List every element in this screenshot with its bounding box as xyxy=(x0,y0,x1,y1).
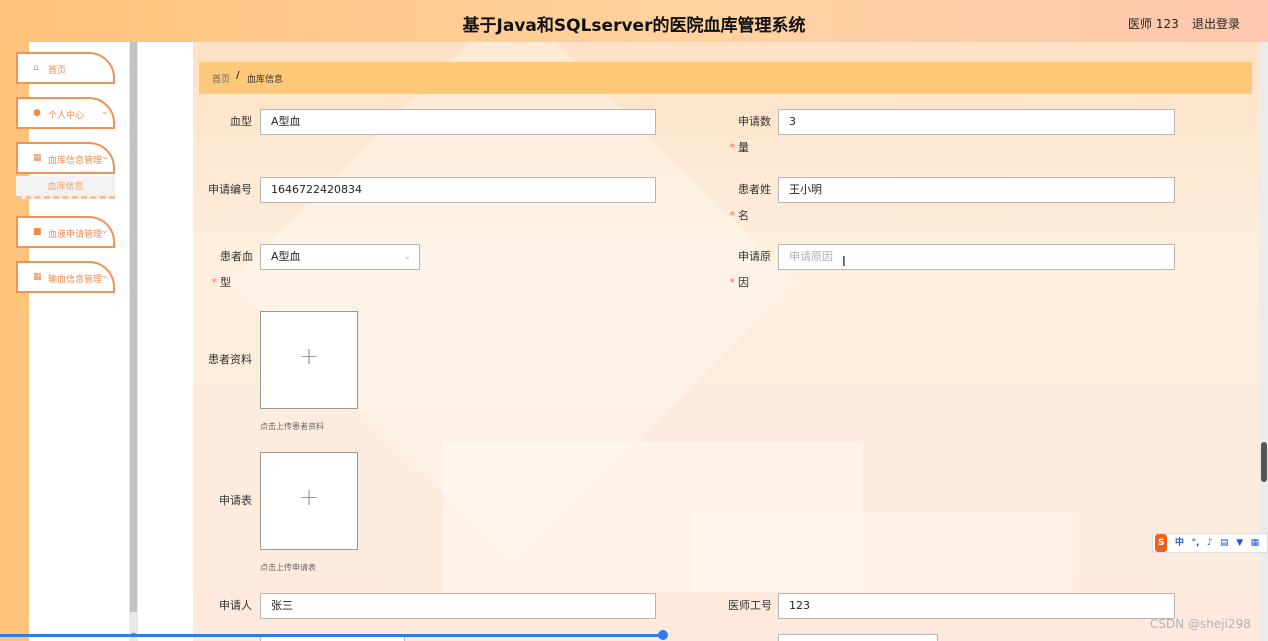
left-accent-strip xyxy=(0,42,29,641)
skin-icon[interactable]: ▼ xyxy=(1236,534,1243,552)
sidebar-item-transfusion[interactable]: ▦ 输血信息管理 ⌄ xyxy=(16,261,115,293)
sidebar-subitem-blood-info[interactable]: 血库信息 xyxy=(16,176,115,199)
progress-bar xyxy=(0,634,665,637)
grid-icon: ▦ xyxy=(33,272,42,282)
text-cursor-icon: I xyxy=(842,255,846,270)
sidebar xyxy=(29,42,129,641)
reason-input[interactable]: 申请原因 xyxy=(778,244,1175,270)
patient-docs-label: 患者资料 xyxy=(208,353,252,366)
sidebar-scrollbar[interactable]: ▼ xyxy=(129,42,138,641)
plus-icon: + xyxy=(298,483,320,511)
patient-blood-label: 患者血型 xyxy=(220,250,253,289)
plus-icon: + xyxy=(298,342,320,370)
patient-blood-select[interactable]: A型血 ⌄ xyxy=(260,244,420,270)
grid-icon: ▦ xyxy=(33,153,42,163)
blood-type-label: 血型 xyxy=(230,115,252,128)
patient-name-label-wrap: *患者姓名 xyxy=(726,177,772,229)
chevron-down-icon: ⌄ xyxy=(101,152,109,162)
chevron-down-icon: ⌄ xyxy=(403,252,411,262)
patient-name-label: 患者姓名 xyxy=(738,183,771,222)
request-no-label: 申请编号 xyxy=(208,183,252,196)
blood-icon: ■ xyxy=(33,227,42,237)
next-row-input[interactable] xyxy=(778,634,938,641)
sidebar-item-label: 个人中心 xyxy=(48,111,85,121)
request-qty-input[interactable]: 3 xyxy=(778,109,1175,135)
chevron-down-icon: ⌄ xyxy=(101,226,109,236)
decor-block xyxy=(693,512,1073,592)
patient-name-input[interactable]: 王小明 xyxy=(778,177,1175,203)
sidebar-scroll-thumb[interactable] xyxy=(130,42,137,612)
chevron-down-icon: ⌄ xyxy=(101,271,109,281)
blood-type-input[interactable]: A型血 xyxy=(260,109,656,135)
sidebar-item-label: 血库信息管理 xyxy=(48,156,103,166)
breadcrumb-separator: / xyxy=(236,70,240,81)
breadcrumb: 首页 / 血库信息 xyxy=(199,62,1252,94)
request-qty-label: 申请数量 xyxy=(738,115,771,154)
ime-language[interactable]: 中 xyxy=(1175,534,1184,552)
request-qty-label-wrap: *申请数量 xyxy=(726,109,772,161)
request-form-upload[interactable]: + xyxy=(260,452,358,550)
progress-handle[interactable] xyxy=(658,630,668,640)
top-header: 基于Java和SQLserver的医院血库管理系统 医师 123 退出登录 xyxy=(0,0,1268,42)
app-title: 基于Java和SQLserver的医院血库管理系统 xyxy=(462,16,806,36)
doctor-id-label: 医师工号 xyxy=(728,599,772,612)
breadcrumb-home[interactable]: 首页 xyxy=(212,72,230,85)
sidebar-item-blood-bank[interactable]: ▦ 血库信息管理 ⌄ xyxy=(16,142,115,174)
chevron-down-icon: ⌄ xyxy=(101,107,109,117)
home-icon: ⌂ xyxy=(33,63,39,73)
page-scroll-thumb[interactable] xyxy=(1261,442,1267,482)
grid-icon[interactable]: ▦ xyxy=(1251,534,1260,552)
reason-label: 申请原因 xyxy=(738,250,771,289)
sogou-logo-icon: S xyxy=(1155,534,1168,552)
patient-blood-selected: A型血 xyxy=(271,250,301,263)
sidebar-item-label: 输血信息管理 xyxy=(48,275,103,285)
request-form-hint: 点击上传申请表 xyxy=(260,563,316,572)
request-no-input[interactable]: 1646722420834 xyxy=(260,177,656,203)
user-icon: ● xyxy=(33,108,41,118)
applicant-label: 申请人 xyxy=(219,599,252,612)
sidebar-item-blood-request[interactable]: ■ 血液申请管理 ⌄ xyxy=(16,216,115,248)
sidebar-item-home[interactable]: ⌂ 首页 xyxy=(16,52,115,84)
logout-button[interactable]: 退出登录 xyxy=(1192,15,1240,32)
sidebar-item-personal-center[interactable]: ● 个人中心 ⌄ xyxy=(16,97,115,129)
patient-docs-upload[interactable]: + xyxy=(260,311,358,409)
patient-blood-label-wrap: *患者血型 xyxy=(208,244,254,296)
current-user: 医师 123 xyxy=(1128,17,1179,31)
applicant-input[interactable]: 张三 xyxy=(260,593,656,619)
ime-toolbar[interactable]: S 中 °, ♪ ▤ ▼ ▦ xyxy=(1152,533,1268,553)
watermark: CSDN @sheji298 xyxy=(1150,617,1251,631)
doctor-id-input[interactable]: 123 xyxy=(778,593,1175,619)
sidebar-item-label: 首页 xyxy=(48,66,67,76)
punctuation-icon[interactable]: °, xyxy=(1192,534,1200,552)
sidebar-item-label: 血液申请管理 xyxy=(48,230,103,240)
breadcrumb-current: 血库信息 xyxy=(247,75,284,85)
patient-docs-hint: 点击上传患者资料 xyxy=(260,422,324,431)
keyboard-icon[interactable]: ▤ xyxy=(1220,534,1229,552)
request-form-label: 申请表 xyxy=(219,494,252,507)
reason-label-wrap: *申请原因 xyxy=(726,244,772,296)
microphone-icon[interactable]: ♪ xyxy=(1207,534,1213,552)
